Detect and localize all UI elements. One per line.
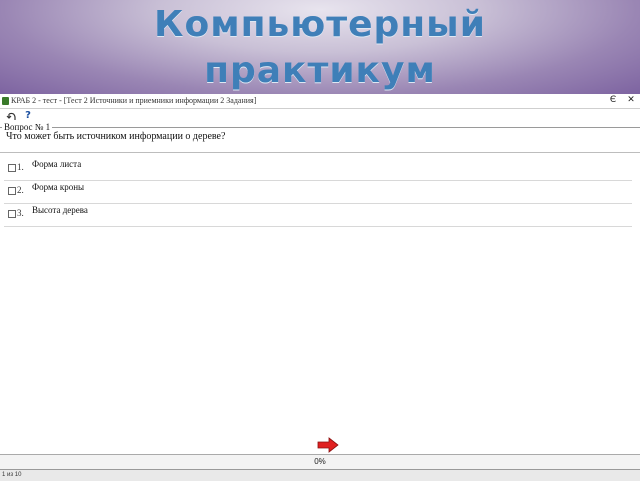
slide-title: Компьютерный практикум	[0, 2, 640, 94]
answer-text: Форма листа	[32, 159, 82, 169]
answer-checkbox[interactable]	[8, 187, 16, 195]
test-window: КРАБ 2 - тест - [Тест 2 Источники и прие…	[0, 94, 640, 468]
restore-icon[interactable]: Є	[606, 94, 620, 108]
next-button[interactable]	[317, 437, 339, 453]
question-frame: Вопрос № 1 Что может быть источником инф…	[0, 121, 640, 153]
close-icon[interactable]: ✕	[624, 94, 638, 108]
answer-text: Высота дерева	[32, 205, 88, 215]
answer-checkbox[interactable]	[8, 164, 16, 172]
slide-title-line2: практикум	[204, 50, 436, 91]
answer-number: 3.	[17, 208, 24, 218]
answer-option[interactable]: 2. Форма кроны	[4, 181, 632, 204]
progress-bar: 0%	[0, 454, 640, 469]
answer-checkbox[interactable]	[8, 210, 16, 218]
arrow-right-icon	[317, 437, 339, 453]
answer-option[interactable]: 3. Высота дерева	[4, 204, 632, 227]
answer-number: 1.	[17, 162, 24, 172]
status-text: 1 из 10	[2, 472, 22, 478]
window-title: КРАБ 2 - тест - [Тест 2 Источники и прие…	[11, 96, 257, 105]
progress-label: 0%	[314, 457, 326, 466]
answer-option[interactable]: 1. Форма листа	[4, 158, 632, 181]
slide-banner: Компьютерный практикум	[0, 0, 640, 96]
question-text: Что может быть источником информации о д…	[6, 131, 226, 142]
status-bar: 1 из 10	[0, 469, 640, 481]
answer-text: Форма кроны	[32, 182, 85, 192]
window-titlebar: КРАБ 2 - тест - [Тест 2 Источники и прие…	[0, 94, 640, 109]
toolbar: ?	[0, 109, 640, 125]
answer-number: 2.	[17, 185, 24, 195]
slide-title-line1: Компьютерный	[154, 4, 486, 45]
answer-list: 1. Форма листа 2. Форма кроны 3. Высота …	[4, 158, 632, 227]
app-icon	[2, 97, 9, 105]
